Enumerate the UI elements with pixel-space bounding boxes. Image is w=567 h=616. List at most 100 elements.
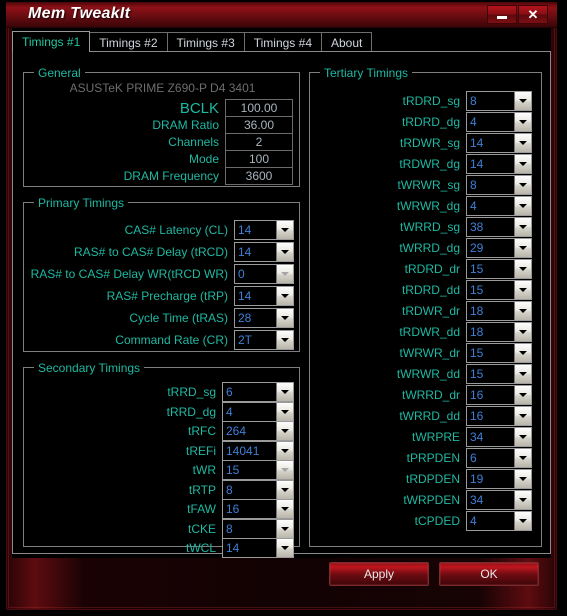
chevron-down-icon[interactable] <box>514 260 531 278</box>
chevron-down-icon[interactable] <box>276 221 293 239</box>
chevron-down-icon[interactable] <box>514 323 531 341</box>
group-primary-title: Primary Timings <box>34 196 129 210</box>
combo-tcke[interactable]: 8 <box>222 518 294 539</box>
chevron-down-icon[interactable] <box>514 113 531 131</box>
chevron-down-icon[interactable] <box>514 92 531 110</box>
chevron-down-icon[interactable] <box>276 309 293 327</box>
combo-twcl[interactable]: 14 <box>222 538 294 558</box>
combo-value: 6 <box>223 383 276 401</box>
combo-trdrd-dg[interactable]: 4 <box>466 112 532 132</box>
chevron-down-icon[interactable] <box>276 422 293 440</box>
chevron-down-icon[interactable] <box>514 281 531 299</box>
combo-trdwr-sg[interactable]: 14 <box>466 133 532 153</box>
combo-command-rate-cr[interactable]: 2T <box>234 330 294 350</box>
chevron-down-icon[interactable] <box>514 134 531 152</box>
chevron-down-icon[interactable] <box>514 302 531 320</box>
general-label: BCLK <box>179 99 219 117</box>
combo-value: 16 <box>467 407 514 425</box>
combo-trdrd-dr[interactable]: 15 <box>466 259 532 279</box>
chevron-down-icon[interactable] <box>276 441 293 460</box>
chevron-down-icon[interactable] <box>276 243 293 261</box>
combo-twrrd-dd[interactable]: 16 <box>466 406 532 426</box>
tab-timings-1[interactable]: Timings #1 <box>12 31 91 52</box>
combo-trefi[interactable]: 14041 <box>222 440 294 461</box>
timing-row: RAS# Precharge (tRP) 14 <box>29 286 294 306</box>
combo-tfaw[interactable]: 16 <box>222 499 294 519</box>
combo-trdrd-sg[interactable]: 8 <box>466 91 532 111</box>
chevron-down-icon[interactable] <box>514 344 531 362</box>
chevron-down-icon[interactable] <box>276 383 293 401</box>
combo-tprpden[interactable]: 6 <box>466 448 532 468</box>
combo-twrwr-dd[interactable]: 15 <box>466 364 532 384</box>
timing-label: RAS# to CAS# Delay WR(tRCD WR) <box>30 267 228 281</box>
chevron-down-icon[interactable] <box>514 176 531 194</box>
combo-cycle-time-tras[interactable]: 28 <box>234 308 294 328</box>
combo-trdrd-dd[interactable]: 15 <box>466 280 532 300</box>
combo-value: 16 <box>467 386 514 404</box>
chevron-down-icon[interactable] <box>514 218 531 236</box>
combo-trdwr-dg[interactable]: 14 <box>466 154 532 174</box>
chevron-down-icon[interactable] <box>514 239 531 257</box>
chevron-down-icon[interactable] <box>514 491 531 509</box>
chevron-down-icon[interactable] <box>514 449 531 467</box>
combo-trdpden[interactable]: 19 <box>466 469 532 489</box>
timing-label: tWRWR_dr <box>399 346 460 360</box>
chevron-down-icon[interactable] <box>276 500 293 518</box>
timing-label: Cycle Time (tRAS) <box>129 311 228 325</box>
timing-label: Command Rate (CR) <box>115 333 228 347</box>
combo-trdwr-dd[interactable]: 18 <box>466 322 532 342</box>
chevron-down-icon[interactable] <box>514 197 531 215</box>
chevron-down-icon[interactable] <box>276 287 293 305</box>
tab-timings-2[interactable]: Timings #2 <box>89 32 168 52</box>
ok-button[interactable]: OK <box>439 562 539 586</box>
chevron-down-glyph <box>519 204 527 208</box>
combo-twrrd-dg[interactable]: 29 <box>466 238 532 258</box>
combo-ras-to-cas-delay-wr-trcd-wr: 0 <box>234 264 294 284</box>
chevron-down-icon[interactable] <box>276 480 293 499</box>
minimize-icon <box>497 15 507 19</box>
combo-trdwr-dr[interactable]: 18 <box>466 301 532 321</box>
combo-value: 38 <box>467 218 514 236</box>
tab-timings-4[interactable]: Timings #4 <box>243 32 322 52</box>
combo-value: 14 <box>235 243 276 261</box>
chevron-down-icon[interactable] <box>276 539 293 557</box>
chevron-down-icon[interactable] <box>514 407 531 425</box>
combo-twrrd-dr[interactable]: 16 <box>466 385 532 405</box>
chevron-down-icon[interactable] <box>514 470 531 488</box>
combo-trrd-sg[interactable]: 6 <box>222 382 294 402</box>
general-row: DRAM Frequency 3600 <box>32 166 293 186</box>
combo-value: 18 <box>467 302 514 320</box>
combo-twrwr-sg[interactable]: 8 <box>466 175 532 195</box>
chevron-down-icon[interactable] <box>514 365 531 383</box>
chevron-down-icon[interactable] <box>514 386 531 404</box>
combo-ras-to-cas-delay-trcd[interactable]: 14 <box>234 242 294 262</box>
combo-tcpded[interactable]: 4 <box>466 511 532 531</box>
combo-value: 2T <box>235 331 276 349</box>
combo-cas-latency-cl[interactable]: 14 <box>234 220 294 240</box>
minimize-button[interactable] <box>487 5 517 24</box>
close-button[interactable]: ✕ <box>518 5 548 24</box>
apply-button[interactable]: Apply <box>329 562 429 586</box>
combo-twrpre[interactable]: 34 <box>466 427 532 447</box>
timing-label: tCKE <box>187 521 216 536</box>
tab-about[interactable]: About <box>321 32 373 52</box>
chevron-down-icon[interactable] <box>276 402 293 421</box>
chevron-down-icon[interactable] <box>514 428 531 446</box>
combo-twrwr-dr[interactable]: 15 <box>466 343 532 363</box>
chevron-down-icon[interactable] <box>276 331 293 349</box>
combo-ras-precharge-trp[interactable]: 14 <box>234 286 294 306</box>
chevron-down-icon[interactable] <box>276 519 293 538</box>
timing-row: tWRWR_dd 15 <box>320 364 532 384</box>
combo-twrpden[interactable]: 34 <box>466 490 532 510</box>
combo-twrrd-sg[interactable]: 38 <box>466 217 532 237</box>
combo-trtp[interactable]: 8 <box>222 479 294 500</box>
combo-trrd-dg[interactable]: 4 <box>222 401 294 422</box>
chevron-down-icon[interactable] <box>514 512 531 530</box>
combo-trfc[interactable]: 264 <box>222 421 294 441</box>
combo-twrwr-dg[interactable]: 4 <box>466 196 532 216</box>
tab-timings-3[interactable]: Timings #3 <box>166 32 245 52</box>
chevron-down-glyph <box>519 267 527 271</box>
chevron-down-glyph <box>519 183 527 187</box>
timing-row: tRRD_sg 6 <box>29 382 294 402</box>
chevron-down-icon[interactable] <box>514 155 531 173</box>
